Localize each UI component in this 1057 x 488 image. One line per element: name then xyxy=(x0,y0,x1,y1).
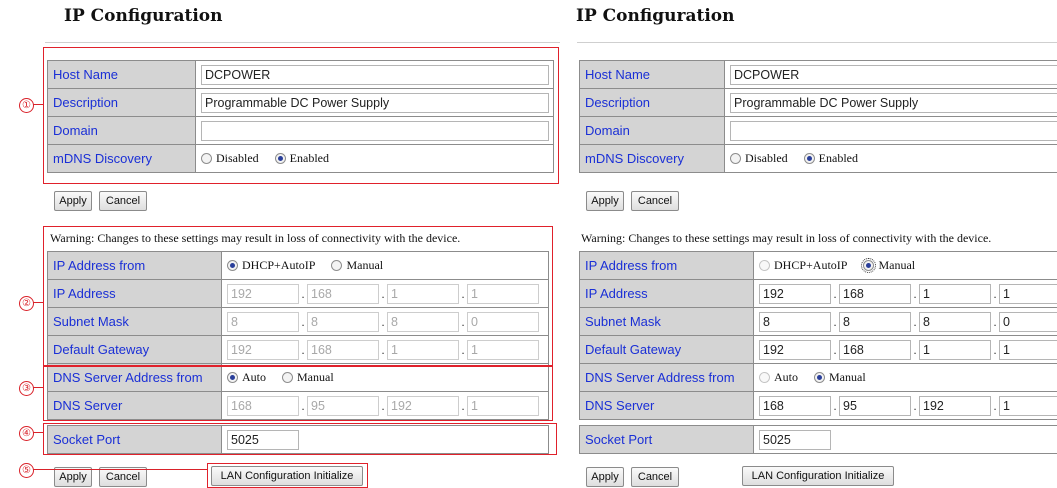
description-label-right: Description xyxy=(579,88,725,117)
connectivity-warning-right: Warning: Changes to these settings may r… xyxy=(581,231,992,245)
ip-dhcp-label-right: DHCP+AutoIP xyxy=(774,258,848,273)
highlight-box-3 xyxy=(43,366,553,421)
callout-2: ② xyxy=(19,296,34,311)
subnet-mask-label-right: Subnet Mask xyxy=(579,307,754,336)
apply-button[interactable]: Apply xyxy=(54,191,92,211)
callout-5-leader xyxy=(33,469,208,470)
ip-octet-4-right[interactable]: 1 xyxy=(999,283,1057,304)
ip-manual-radio-right[interactable] xyxy=(861,258,877,274)
ip-manual-label-right: Manual xyxy=(878,258,916,273)
dns-auto-radio-right[interactable] xyxy=(759,372,770,384)
highlight-box-5 xyxy=(207,463,368,488)
host-name-label-right: Host Name xyxy=(579,60,725,89)
ip-octet-1-right[interactable]: 192 xyxy=(759,283,831,304)
gateway-octet-4-right[interactable]: 1 xyxy=(999,339,1057,360)
domain-input-right[interactable] xyxy=(730,120,1057,141)
ip-from-label-right: IP Address from xyxy=(579,251,754,280)
ip-octet-3-right[interactable]: 1 xyxy=(919,283,991,304)
socket-port-table-right: Socket Port 5025 xyxy=(579,425,1057,454)
highlight-box-2 xyxy=(43,226,553,366)
apply-button-bottom-right[interactable]: Apply xyxy=(586,467,624,487)
dns-manual-radio-right[interactable] xyxy=(814,372,825,384)
ip-dhcp-radio-right[interactable] xyxy=(759,260,770,272)
page-title: IP Configuration xyxy=(64,6,223,26)
dns-from-label-right: DNS Server Address from xyxy=(579,363,754,392)
apply-button-bottom[interactable]: Apply xyxy=(54,467,92,487)
callout-4: ④ xyxy=(19,426,34,441)
description-input-right[interactable]: Programmable DC Power Supply xyxy=(730,92,1057,113)
domain-label-right: Domain xyxy=(579,116,725,145)
gateway-octet-2-right[interactable]: 168 xyxy=(839,339,911,360)
gateway-label-right: Default Gateway xyxy=(579,335,754,364)
subnet-octet-4-right[interactable]: 0 xyxy=(999,311,1057,332)
dns-manual-label-right: Manual xyxy=(829,370,866,385)
cancel-button-right[interactable]: Cancel xyxy=(631,191,679,211)
ip-octet-2-right[interactable]: 168 xyxy=(839,283,911,304)
page-title-right: IP Configuration xyxy=(576,6,735,26)
lan-config-initialize-button-right[interactable]: LAN Configuration Initialize xyxy=(742,466,894,486)
callout-3-leader xyxy=(33,387,43,388)
mdns-enabled-label-right: Enabled xyxy=(818,151,858,166)
socket-port-label-right: Socket Port xyxy=(579,425,754,454)
host-name-input-right[interactable]: DCPOWER xyxy=(730,64,1057,85)
title-divider xyxy=(45,42,560,43)
gateway-octet-1-right[interactable]: 192 xyxy=(759,339,831,360)
host-settings-table-right: Host Name DCPOWER Description Programmab… xyxy=(579,60,1057,173)
callout-1-leader xyxy=(33,104,43,105)
cancel-button-bottom[interactable]: Cancel xyxy=(99,467,147,487)
cancel-button[interactable]: Cancel xyxy=(99,191,147,211)
callout-3: ③ xyxy=(19,381,34,396)
subnet-octet-3-right[interactable]: 8 xyxy=(919,311,991,332)
dns-auto-label-right: Auto xyxy=(774,370,798,385)
mdns-disabled-label-right: Disabled xyxy=(745,151,788,166)
apply-button-right[interactable]: Apply xyxy=(586,191,624,211)
callout-1: ① xyxy=(19,98,34,113)
highlight-box-4 xyxy=(43,423,557,455)
socket-port-input-right[interactable]: 5025 xyxy=(759,429,831,450)
gateway-octet-3-right[interactable]: 1 xyxy=(919,339,991,360)
mdns-label-right: mDNS Discovery xyxy=(579,144,725,173)
subnet-octet-2-right[interactable]: 8 xyxy=(839,311,911,332)
callout-5: ⑤ xyxy=(19,463,34,478)
dns-octet-1-right[interactable]: 168 xyxy=(759,395,831,416)
ip-settings-table-right: IP Address from DHCP+AutoIP Manual IP Ad… xyxy=(579,251,1057,420)
highlight-box-1 xyxy=(43,47,559,184)
dns-server-label-right: DNS Server xyxy=(579,391,754,420)
mdns-disabled-radio-right[interactable] xyxy=(730,153,741,165)
cancel-button-bottom-right[interactable]: Cancel xyxy=(631,467,679,487)
ip-address-label-right: IP Address xyxy=(579,279,754,308)
mdns-enabled-radio-right[interactable] xyxy=(803,153,815,165)
subnet-octet-1-right[interactable]: 8 xyxy=(759,311,831,332)
dns-octet-3-right[interactable]: 192 xyxy=(919,395,991,416)
dns-octet-2-right[interactable]: 95 xyxy=(839,395,911,416)
dns-octet-4-right[interactable]: 1 xyxy=(999,395,1057,416)
callout-4-leader xyxy=(33,432,43,433)
callout-2-leader xyxy=(33,302,43,303)
title-divider-right xyxy=(577,42,1057,43)
